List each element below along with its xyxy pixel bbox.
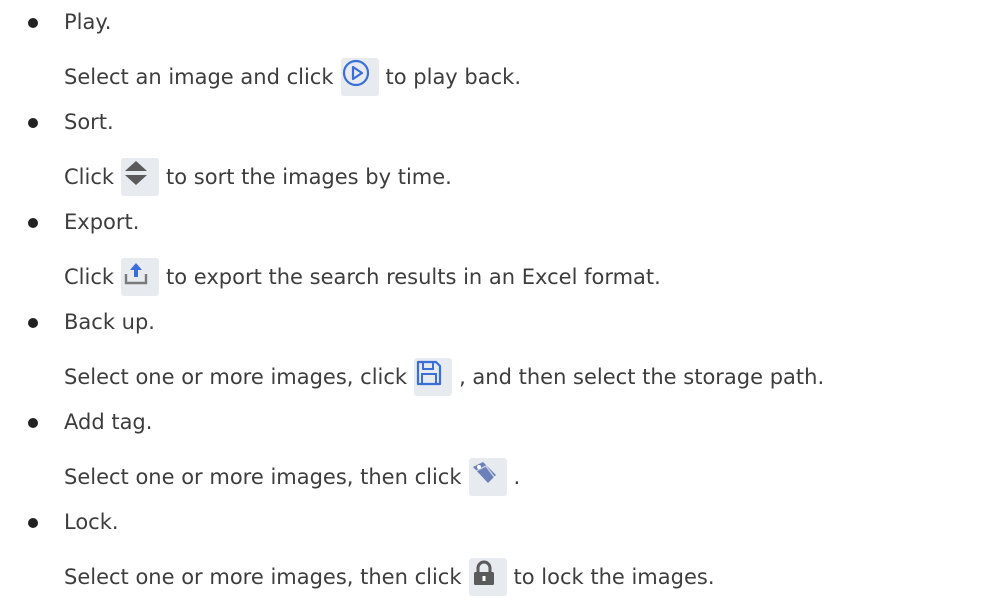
export-upload-icon xyxy=(121,258,160,296)
bullet xyxy=(28,518,38,528)
item-title: Add tag. xyxy=(64,410,153,434)
item-description: Click to sort the images by time. xyxy=(64,156,452,198)
bullet xyxy=(28,218,38,228)
sort-arrows-icon xyxy=(121,158,160,196)
bullet xyxy=(28,18,38,28)
bullet xyxy=(28,418,38,428)
bullet xyxy=(28,118,38,128)
item-description: Select one or more images, click , and t… xyxy=(64,356,824,398)
help-list: Play. Select an image and click to play … xyxy=(0,0,1008,612)
item-description: Select an image and click to play back. xyxy=(64,56,521,98)
save-disk-icon xyxy=(414,358,453,396)
tag-icon xyxy=(468,458,507,496)
item-title: Export. xyxy=(64,210,140,234)
item-description: Click to export the search results in an… xyxy=(64,256,661,298)
item-description: Select one or more images, then click to… xyxy=(64,556,715,598)
item-title: Back up. xyxy=(64,310,155,334)
item-title: Play. xyxy=(64,10,112,34)
item-title: Lock. xyxy=(64,510,119,534)
item-title: Sort. xyxy=(64,110,114,134)
lock-icon xyxy=(468,558,507,596)
bullet xyxy=(28,318,38,328)
item-description: Select one or more images, then click . xyxy=(64,456,520,498)
play-circle-icon xyxy=(340,58,379,96)
